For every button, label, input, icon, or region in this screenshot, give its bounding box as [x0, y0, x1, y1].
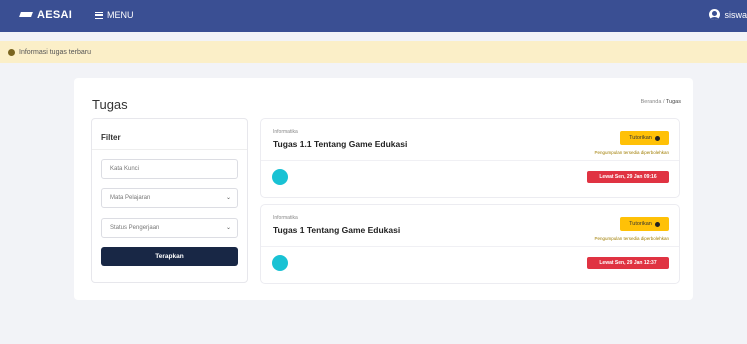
subject-select[interactable]: Mata Pelajaran ⌄ — [101, 188, 238, 208]
main-card: Tugas Beranda / Tugas Filter Kata Kunci … — [74, 78, 693, 300]
user-name: siswa — [724, 9, 747, 20]
info-dot-icon — [8, 48, 15, 56]
task-status-note: Pengumpulan tersedia diperbolehkan — [594, 236, 669, 241]
due-date-badge: Lewat Sen, 29 Jan 09:16 — [587, 171, 669, 183]
menu-label: MENU — [107, 10, 134, 20]
task-status-note: Pengumpulan tersedia diperbolehkan — [594, 150, 669, 155]
info-icon — [654, 135, 660, 141]
user-menu[interactable]: siswa — [709, 9, 747, 20]
graduation-cap-icon — [20, 11, 32, 19]
page-title: Tugas — [92, 97, 128, 112]
task-title[interactable]: Tugas 1 Tentang Game Edukasi — [273, 225, 400, 235]
filter-title: Filter — [101, 133, 121, 142]
task-title[interactable]: Tugas 1.1 Tentang Game Edukasi — [273, 139, 407, 149]
task-subject: Informatika — [273, 129, 298, 135]
hamburger-icon — [95, 11, 103, 19]
info-icon — [654, 221, 660, 227]
menu-button[interactable]: MENU — [95, 10, 134, 20]
task-card[interactable]: Informatika Tugas 1 Tentang Game Edukasi… — [260, 204, 680, 284]
status-select-value: Status Pengerjaan — [110, 225, 160, 231]
user-circle-icon — [709, 9, 721, 20]
due-date-badge: Lewat Sen, 29 Jan 12:37 — [587, 257, 669, 269]
task-status-button[interactable]: Tutorikan — [620, 131, 669, 145]
chevron-down-icon: ⌄ — [225, 225, 231, 231]
brand-logo[interactable]: AESAI — [20, 9, 72, 21]
avatar — [272, 255, 288, 271]
divider — [92, 149, 247, 150]
top-navbar: AESAI MENU siswa — [0, 0, 747, 32]
breadcrumb-current: Tugas — [665, 99, 681, 105]
task-status-label: Tutorikan — [629, 221, 652, 227]
breadcrumb: Beranda / Tugas — [641, 99, 681, 105]
keyword-input[interactable]: Kata Kunci — [101, 159, 238, 179]
status-select[interactable]: Status Pengerjaan ⌄ — [101, 218, 238, 238]
subject-select-value: Mata Pelajaran — [110, 195, 151, 201]
notice-bar: Informasi tugas terbaru — [0, 41, 747, 63]
divider — [261, 246, 679, 247]
breadcrumb-separator: / — [662, 99, 665, 105]
task-status-button[interactable]: Tutorikan — [620, 217, 669, 231]
breadcrumb-home[interactable]: Beranda — [641, 99, 662, 105]
brand-name: AESAI — [37, 9, 73, 21]
task-subject: Informatika — [273, 215, 298, 221]
avatar — [272, 169, 288, 185]
task-status-label: Tutorikan — [629, 135, 652, 141]
notice-text: Informasi tugas terbaru — [19, 48, 91, 56]
filter-panel: Filter Kata Kunci Mata Pelajaran ⌄ Statu… — [91, 118, 248, 283]
task-card[interactable]: Informatika Tugas 1.1 Tentang Game Eduka… — [260, 118, 680, 198]
chevron-down-icon: ⌄ — [225, 195, 231, 201]
apply-filter-button[interactable]: Terapkan — [101, 247, 238, 266]
divider — [261, 160, 679, 161]
keyword-placeholder: Kata Kunci — [110, 166, 140, 172]
